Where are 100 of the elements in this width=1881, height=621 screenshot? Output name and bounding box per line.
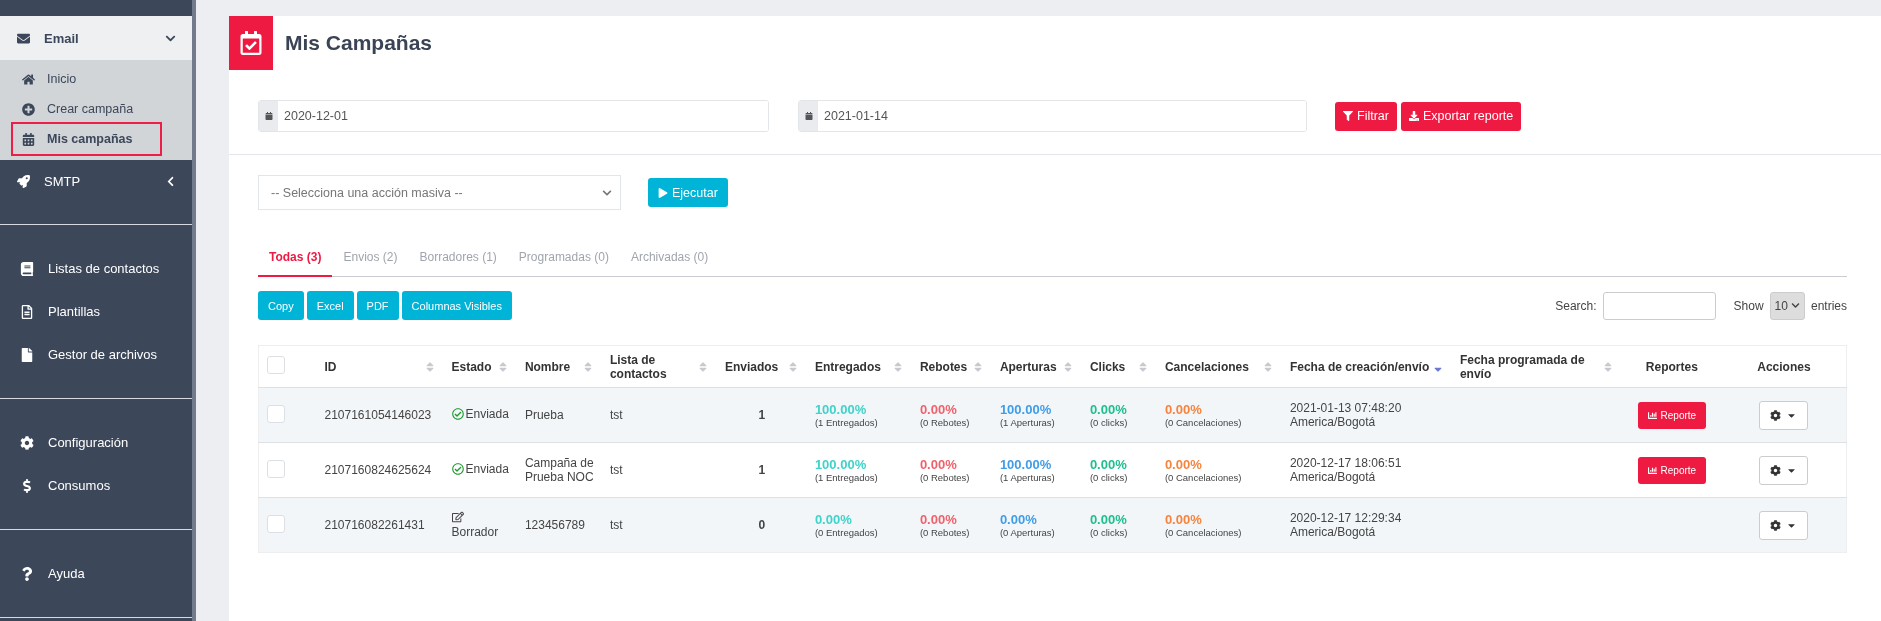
filter-icon: [1343, 111, 1353, 121]
column-header: Acciones: [1757, 359, 1811, 374]
column-header: Entregados: [814, 359, 881, 374]
bulk-action-select[interactable]: -- Selecciona una acción masiva --: [258, 175, 621, 210]
sidebar-item[interactable]: Ayuda: [0, 552, 192, 595]
actions-button[interactable]: [1759, 510, 1809, 540]
sidebar-subitem[interactable]: Crear campaña: [0, 94, 192, 124]
sidebar-subitem[interactable]: Mis campañas: [13, 124, 160, 154]
date-text: 2020-12-17 12:29:34 America/Bogotá: [1289, 511, 1403, 539]
tab[interactable]: Archivadas (0): [619, 240, 720, 277]
report-button[interactable]: Reporte: [1637, 456, 1707, 484]
column-header: Cancelaciones: [1164, 359, 1249, 374]
gear-icon: [1770, 464, 1782, 476]
metric-percent: 0.00%: [919, 512, 958, 527]
date-field[interactable]: 2021-01-14: [798, 100, 1307, 132]
table-cell-text: 2107161054146023: [323, 408, 432, 422]
actions-button[interactable]: [1759, 400, 1809, 430]
rocket-icon: [17, 174, 30, 188]
metric-detail: (0 clicks): [1089, 527, 1129, 538]
metric-percent: 0.00%: [1089, 512, 1128, 527]
report-button[interactable]: Reporte: [1637, 401, 1707, 429]
metric-detail: (0 Rebotes): [919, 417, 971, 428]
tab[interactable]: Todas (3): [258, 240, 333, 277]
table-cell: 1: [758, 463, 766, 477]
gear-icon: [1770, 519, 1782, 531]
table-cell: Prueba: [524, 408, 564, 422]
metric-detail: (1 Entregados): [814, 417, 879, 428]
metric-detail: (0 Rebotes): [919, 472, 971, 483]
checkbox[interactable]: [267, 514, 285, 533]
export-format-button[interactable]: PDF: [356, 291, 399, 320]
tab[interactable]: Borradores (1): [408, 240, 508, 277]
export-format-button[interactable]: Excel: [306, 291, 354, 320]
dollar-icon: [20, 478, 34, 493]
metric-percent: 0.00%: [1164, 402, 1203, 417]
metric-percent: 0.00%: [1089, 402, 1128, 417]
column-header: Reportes: [1645, 359, 1698, 374]
edit-icon: [451, 511, 464, 523]
metric-percent: 0.00%: [1164, 457, 1203, 472]
metric-detail: (0 clicks): [1089, 417, 1129, 428]
show-label: Show: [1733, 298, 1764, 313]
sidebar-item[interactable]: Configuración: [0, 421, 192, 464]
table-cell: 0: [758, 518, 766, 532]
status-label: Enviada: [451, 407, 509, 421]
column-header: Aperturas: [999, 359, 1057, 374]
metric-detail: (0 Cancelaciones): [1164, 417, 1243, 428]
date-field[interactable]: 2020-12-01: [258, 100, 769, 132]
metric-detail: (0 Rebotes): [919, 527, 971, 538]
checkbox[interactable]: [267, 404, 285, 423]
chevron-down-icon: [602, 187, 612, 198]
sidebar-item[interactable]: Consumos: [0, 464, 192, 507]
table-cell-text: 2107160824625624: [323, 463, 432, 477]
sidebar-item[interactable]: SMTP: [0, 160, 192, 202]
tab[interactable]: Envios (2): [332, 240, 409, 277]
tab[interactable]: Programadas (0): [507, 240, 620, 277]
metric-percent: 0.00%: [919, 457, 958, 472]
metric-percent: 0.00%: [999, 512, 1038, 527]
page-size-select[interactable]: 10: [1769, 291, 1805, 320]
metric-percent: 0.00%: [1164, 512, 1203, 527]
metric-percent: 100.00%: [999, 457, 1053, 472]
export-format-button[interactable]: Copy: [258, 291, 304, 320]
download-icon: [1408, 111, 1419, 121]
metric-detail: (0 Cancelaciones): [1164, 472, 1243, 483]
actions-button[interactable]: [1759, 455, 1809, 485]
bar-chart-icon: [1647, 410, 1657, 420]
metric-percent: 100.00%: [999, 402, 1053, 417]
metric-percent: 100.00%: [814, 402, 868, 417]
home-icon: [22, 72, 35, 86]
calendar-icon: [22, 132, 35, 146]
metric-percent: 0.00%: [814, 512, 853, 527]
document-icon: [20, 304, 34, 319]
metric-percent: 0.00%: [1089, 457, 1128, 472]
metric-detail: (1 Aperturas): [999, 472, 1056, 483]
export-button[interactable]: Exportar reporte: [1400, 101, 1522, 131]
metric-detail: (0 Cancelaciones): [1164, 527, 1243, 538]
checkbox[interactable]: [267, 459, 285, 478]
bar-chart-icon: [1647, 465, 1657, 475]
checkbox[interactable]: [267, 356, 285, 374]
gear-icon: [1770, 409, 1782, 421]
sidebar-item[interactable]: Plantillas: [0, 290, 192, 333]
table-cell-text: 210716082261431: [323, 518, 425, 532]
envelope-icon: [17, 31, 30, 45]
sidebar-item[interactable]: Listas de contactos: [0, 247, 192, 290]
execute-button[interactable]: Ejecutar: [648, 178, 728, 207]
sidebar-subitem[interactable]: Inicio: [0, 64, 192, 94]
question-icon: [20, 566, 34, 581]
metric-detail: (0 clicks): [1089, 472, 1129, 483]
play-icon: [658, 187, 668, 198]
filter-button[interactable]: Filtrar: [1335, 101, 1397, 131]
page-title: Mis Campañas: [285, 31, 433, 55]
table-cell: 1: [758, 408, 766, 422]
export-format-button[interactable]: Columnas Visibles: [401, 291, 512, 320]
status-label: Enviada: [451, 462, 509, 476]
table-cell: tst: [609, 408, 623, 422]
sidebar-item[interactable]: Gestor de archivos: [0, 333, 192, 376]
sidebar-item[interactable]: Email: [0, 16, 192, 60]
table-cell: 123456789: [524, 518, 585, 532]
column-header: Clicks: [1089, 359, 1126, 374]
calendar-icon: [804, 112, 813, 120]
search-field[interactable]: [1602, 291, 1716, 320]
metric-detail: (1 Entregados): [814, 472, 879, 483]
